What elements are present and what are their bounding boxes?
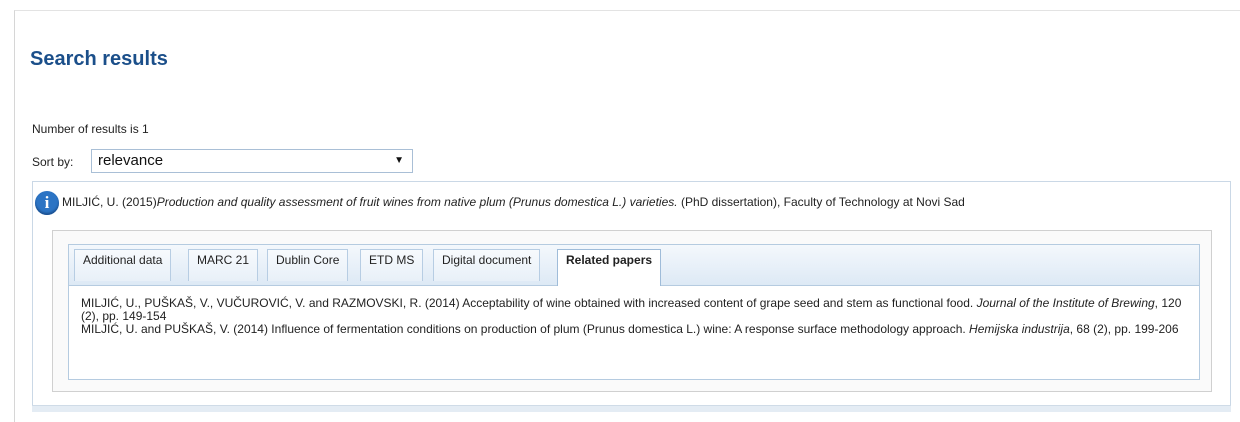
sort-select[interactable]: relevance ▼ [91, 149, 413, 173]
related-papers-list: MILJIĆ, U., PUŠKAŠ, V., VUČUROVIĆ, V. an… [81, 297, 1191, 336]
citation-authors-year: MILJIĆ, U. (2015) [62, 195, 157, 209]
info-icon[interactable]: i [35, 191, 59, 215]
related-paper-details: , 68 (2), pp. 199-206 [1069, 322, 1179, 336]
tab-additional-data[interactable]: Additional data [74, 249, 172, 281]
related-paper-journal: Journal of the Institute of Brewing [976, 296, 1155, 310]
related-paper-text: MILJIĆ, U., PUŠKAŠ, V., VUČUROVIĆ, V. an… [81, 296, 977, 310]
tab-dublin-core[interactable]: Dublin Core [267, 249, 349, 281]
result-item-footer [32, 405, 1231, 412]
tab-digital-document[interactable]: Digital document [433, 249, 541, 281]
tab-related-papers[interactable]: Related papers [557, 249, 662, 286]
related-paper-journal: Hemijska industrija [969, 322, 1070, 336]
tab-marc-21[interactable]: MARC 21 [188, 249, 259, 281]
citation-details: (PhD dissertation), Faculty of Technolog… [677, 195, 965, 209]
list-item: MILJIĆ, U., PUŠKAŠ, V., VUČUROVIĆ, V. an… [81, 297, 1191, 323]
related-paper-text: MILJIĆ, U. and PUŠKAŠ, V. (2014) Influen… [81, 322, 970, 336]
dropdown-arrow-icon: ▼ [394, 155, 404, 166]
citation-title: Production and quality assessment of fru… [156, 195, 678, 209]
list-item: MILJIĆ, U. and PUŠKAŠ, V. (2014) Influen… [81, 323, 1191, 336]
sort-selected-value: relevance [98, 152, 164, 169]
page-title: Search results [30, 48, 168, 70]
sort-label: Sort by: [32, 155, 74, 169]
results-count: Number of results is 1 [32, 122, 149, 136]
tab-etd-ms[interactable]: ETD MS [360, 249, 424, 281]
result-citation[interactable]: MILJIĆ, U. (2015)Production and quality … [62, 195, 965, 209]
